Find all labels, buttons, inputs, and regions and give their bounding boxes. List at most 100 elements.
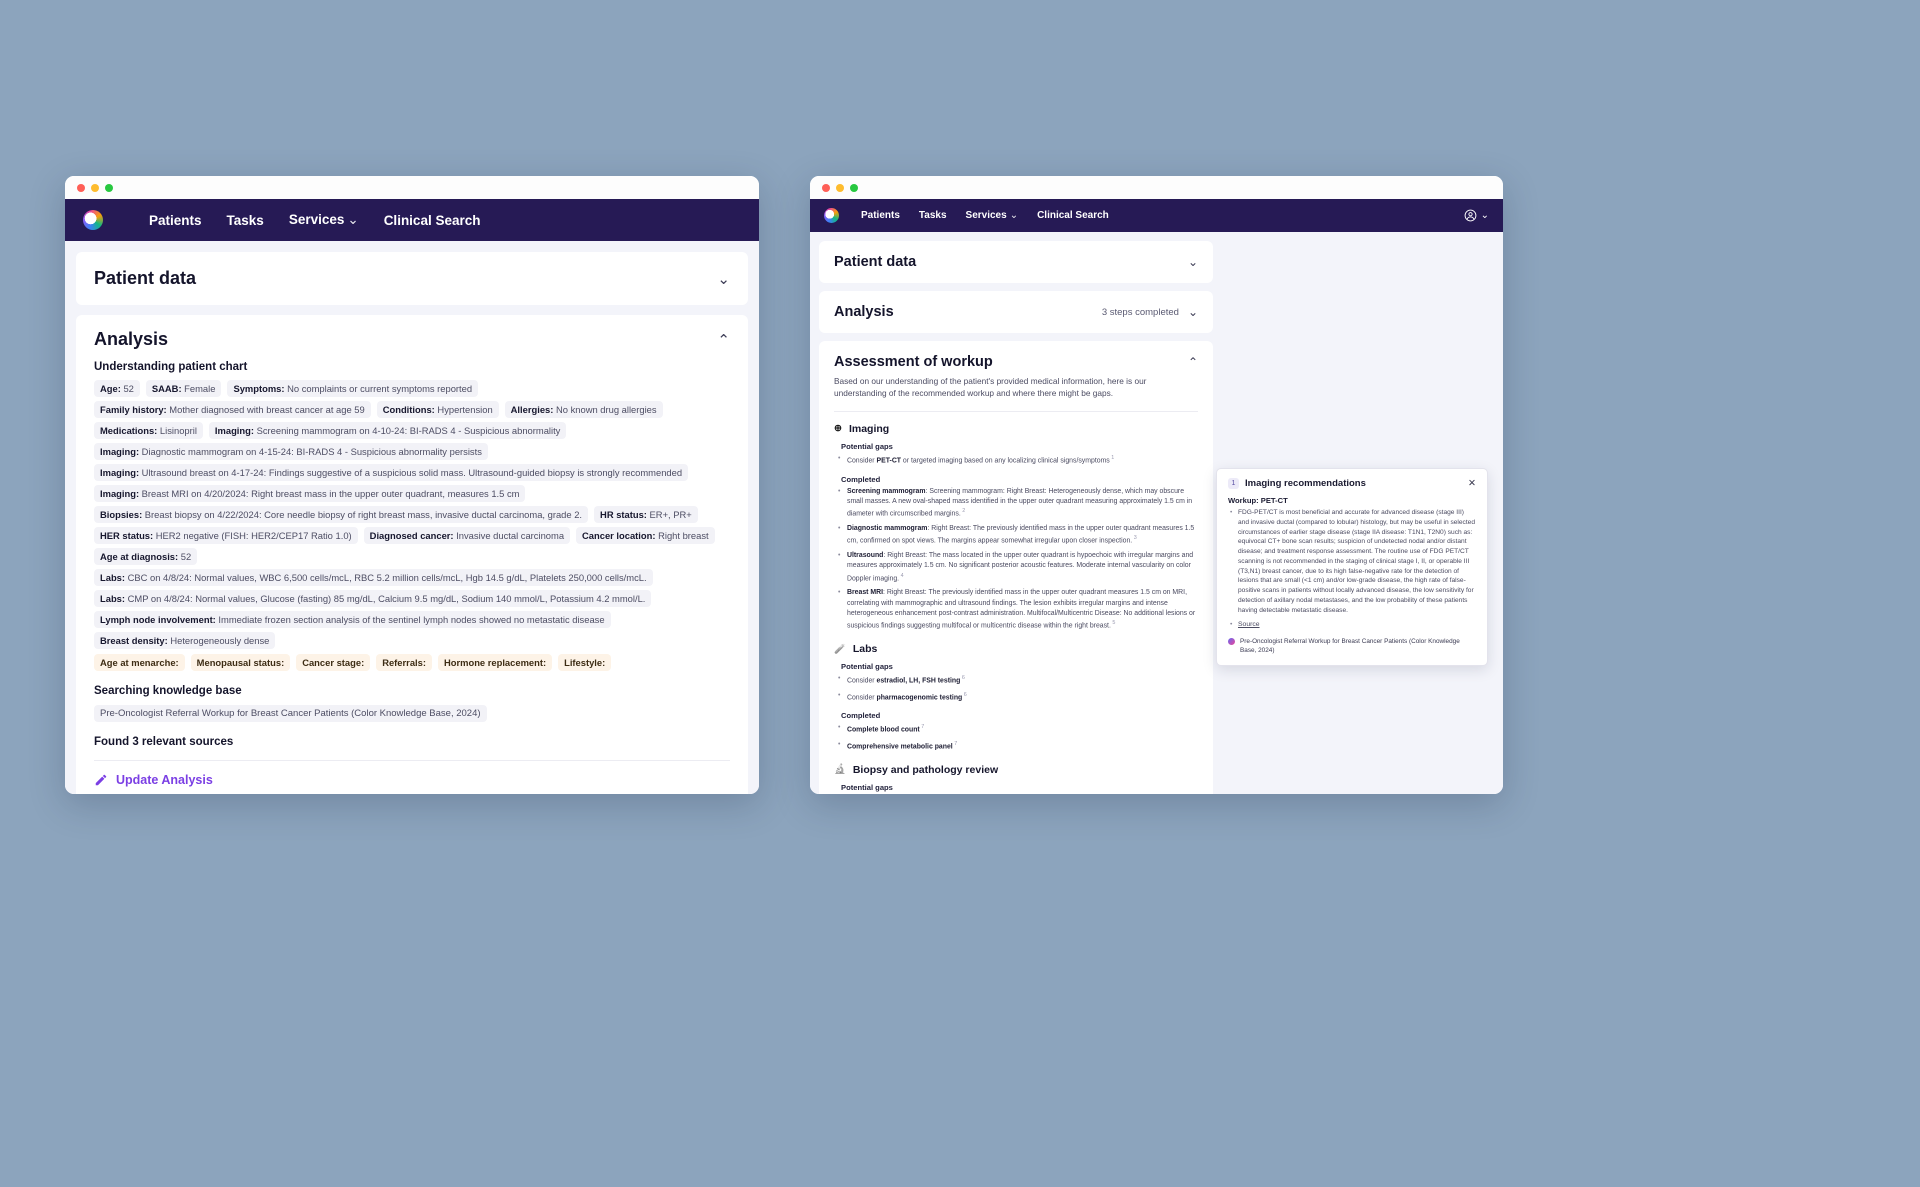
color-logo-icon[interactable] [824,208,839,223]
workup-list-item: Screening mammogram: Screening mammogram… [838,487,1198,520]
chart-chip-value: 52 [120,383,134,394]
right-assessment-title: Assessment of workup [834,354,993,370]
right-analysis-title: Analysis [834,304,894,320]
color-logo-icon[interactable] [83,210,103,230]
chart-chip-label: Conditions: [382,404,435,415]
color-logo-icon [1228,638,1235,646]
workup-item-title: Ultrasound [847,551,884,559]
chart-chip-label: Age: [100,383,121,394]
chart-chip-label: Imaging: [214,425,254,436]
chart-row: Imaging: Ultrasound breast on 4-17-24: F… [94,464,730,481]
chevron-down-icon[interactable]: ⌄ [1188,255,1198,269]
workup-group-header: 🔬 Biopsy and pathology review [834,764,1198,776]
minimize-window-button[interactable] [91,183,99,192]
workup-item-emphasis: pharmacogenomic testing [876,693,963,701]
chart-chip: Age at diagnosis: 52 [94,548,198,565]
chart-row: Imaging: Diagnostic mammogram on 4-15-24… [94,443,730,460]
popover-source-item[interactable]: Source [1230,621,1476,628]
citation-superscript[interactable]: 1 [1110,455,1114,461]
chart-chip-label: HR status: [600,509,647,520]
update-analysis-button[interactable]: Update Analysis [94,761,730,794]
potential-gaps-label: Potential gaps [841,782,893,792]
left-browser-window: Patients Tasks Services ⌄ Clinical Search… [65,176,759,794]
chevron-down-icon[interactable]: ⌄ [717,270,730,288]
close-window-button[interactable] [77,183,85,192]
nav-link-services[interactable]: Services ⌄ [966,210,1019,221]
patient-chart-rows: Age: 52 SAAB: Female Symptoms: No complain… [94,380,730,649]
citation-superscript[interactable]: 2 [961,508,965,514]
nav-link-services-label: Services [965,210,1007,221]
chart-row: Biopsies: Breast biopsy on 4/22/2024: Co… [94,506,730,523]
knowledge-base-source-chip[interactable]: Pre-Oncologist Referral Workup for Breas… [94,705,487,722]
nav-link-clinical-search[interactable]: Clinical Search [384,213,481,228]
workup-item-emphasis: estradiol, LH, FSH testing [876,677,961,685]
workup-group-title: Biopsy and pathology review [852,763,999,776]
minimize-window-button[interactable] [836,183,844,192]
popover-citation-footer[interactable]: Pre-Oncologist Referral Workup for Breas… [1228,637,1476,655]
chart-chip: Conditions: Hypertension [376,401,499,418]
chart-row: Labs: CMP on 4/8/24: Normal values, Gluc… [94,590,730,607]
chart-chip: Diagnosed cancer: Invasive ductal carcin… [363,527,571,544]
potential-gaps-label: Potential gaps [841,662,893,672]
chevron-down-icon[interactable]: ⌄ [1188,305,1198,319]
chart-chip-label: Cancer location: [582,530,656,541]
nav-link-tasks[interactable]: Tasks [919,210,947,221]
chart-chip: HR status: ER+, PR+ [594,506,698,523]
popover-workup-label: Workup: PET-CT [1228,496,1288,505]
right-browser-window: Patients Tasks Services ⌄ Clinical Search… [810,176,1503,794]
empty-field-tag-label: Age at menarche: [100,657,179,668]
chart-chip-label: Imaging: [100,467,140,478]
workup-group-header: ⊕ Imaging [834,423,1198,435]
chart-chip-label: Medications: [100,425,158,436]
nav-link-services[interactable]: Services ⌄ [289,212,359,228]
left-patient-data-card[interactable]: Patient data ⌄ [76,252,748,305]
lab-flask-icon: 🧪 [834,643,846,655]
chart-chip-label: HER status: [100,530,154,541]
understanding-patient-chart-heading: Understanding patient chart [94,361,248,373]
chart-row: Family history: Mother diagnosed with br… [94,401,730,418]
nav-link-tasks[interactable]: Tasks [227,213,264,228]
found-sources-heading: Found 3 relevant sources [94,736,234,748]
popover-citation-text: Pre-Oncologist Referral Workup for Breas… [1240,638,1460,655]
nav-link-patients[interactable]: Patients [861,210,900,221]
citation-superscript[interactable]: 5 [1111,620,1115,626]
right-assessment-description: Based on our understanding of the patien… [834,376,1147,399]
nav-link-clinical-search[interactable]: Clinical Search [1037,210,1109,221]
citation-superscript[interactable]: 7 [953,741,957,747]
maximize-window-button[interactable] [105,183,113,192]
workup-list-item: Consider PET-CT or targeted imaging base… [838,454,1198,467]
chevron-up-icon[interactable]: ⌃ [1188,355,1198,369]
close-window-button[interactable] [822,183,830,192]
chevron-up-icon[interactable]: ⌃ [717,331,730,349]
chart-chip-label: Lymph node involvement: [100,614,216,625]
chart-chip-value: No complaints or current symptoms report… [284,383,473,394]
source-link[interactable]: Source [1238,621,1260,628]
potential-gaps-list: Consider PET-CT or targeted imaging base… [838,454,1198,467]
maximize-window-button[interactable] [850,183,858,192]
crosshair-icon: ⊕ [834,423,842,435]
right-page-body: Patient data ⌄ Analysis 3 steps complete… [810,232,1503,794]
citation-superscript[interactable]: 6 [960,675,965,681]
citation-superscript[interactable]: 7 [920,724,924,730]
left-patient-data-title: Patient data [94,268,197,288]
citation-superscript[interactable]: 6 [962,692,967,698]
chevron-down-icon: ⌄ [347,212,359,227]
workup-item-title: Breast MRI [847,589,883,597]
citation-superscript[interactable]: 3 [1132,535,1137,541]
chart-row: Breast density: Heterogeneously dense [94,632,730,649]
completed-list: Screening mammogram: Screening mammogram… [838,487,1198,633]
right-patient-data-card[interactable]: Patient data ⌄ [819,241,1213,283]
workup-item-emphasis: PET-CT [876,457,902,465]
popover-bullet-list: FDG-PET/CT is most beneficial and accura… [1230,508,1476,615]
nav-link-patients[interactable]: Patients [149,213,202,228]
close-icon[interactable]: ✕ [1468,478,1476,489]
account-menu[interactable]: ⌄ [1464,209,1489,222]
workup-list-item: Diagnostic mammogram: Right Breast: The … [838,524,1198,547]
chart-chip-label: Labs: [100,572,126,583]
chart-chip: Imaging: Breast MRI on 4/20/2024: Right … [94,485,526,502]
right-analysis-card[interactable]: Analysis 3 steps completed ⌄ [819,291,1213,333]
empty-field-tag-label: Lifestyle: [564,657,606,668]
citation-superscript[interactable]: 4 [899,573,904,579]
workup-groups: ⊕ Imaging Potential gaps Consider PET-CT or… [834,423,1198,794]
chart-chip: Medications: Lisinopril [94,422,203,439]
